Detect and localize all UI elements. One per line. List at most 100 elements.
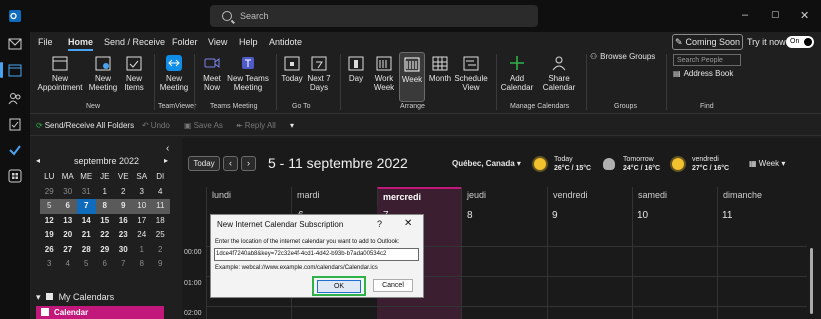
prev-week-button[interactable]: ‹ [223, 156, 238, 171]
day-header-monday[interactable]: lundi [206, 187, 291, 207]
mini-day[interactable]: 10 [132, 199, 151, 214]
menu-home[interactable]: Home [68, 37, 94, 51]
work-week-view-button[interactable]: Work Week [370, 52, 398, 102]
people-icon[interactable] [7, 90, 23, 106]
send-receive-all-button[interactable]: ⟳ Send/Receive All Folders [36, 121, 134, 130]
new-items-button[interactable]: New Items [120, 52, 148, 102]
mini-day[interactable]: 19 [40, 228, 59, 243]
calendar-url-input[interactable]: 1dce4f7240ab8&key=72c32e4f-4cd1-4d42-b93… [214, 248, 419, 261]
mini-day[interactable]: 6 [58, 199, 77, 214]
add-calendar-button[interactable]: Add Calendar [500, 52, 534, 102]
browse-groups-button[interactable]: ⚇ Browse Groups [590, 52, 658, 66]
address-book-button[interactable]: ▤ Address Book [673, 69, 743, 81]
mini-day[interactable]: 6 [96, 257, 115, 272]
day-header-tuesday[interactable]: mardi [291, 187, 377, 207]
schedule-view-button[interactable]: Schedule View [454, 52, 488, 102]
mini-day[interactable]: 3 [133, 185, 152, 200]
calendar-checkbox[interactable] [41, 308, 49, 316]
view-selector[interactable]: ▦ Week ▾ [749, 159, 785, 168]
day-header-wednesday[interactable]: mercredi [377, 187, 461, 207]
day-header-sunday[interactable]: dimanche [717, 187, 807, 207]
mini-day[interactable]: 31 [77, 185, 96, 200]
mini-day[interactable]: 2 [151, 243, 170, 258]
calendar-folder-item[interactable]: Calendar [36, 306, 164, 319]
menu-view[interactable]: View [208, 37, 227, 47]
mini-day[interactable]: 4 [151, 185, 170, 200]
mini-day[interactable]: 17 [133, 214, 152, 229]
day-header-friday[interactable]: vendredi [547, 187, 632, 207]
save-as-button[interactable]: ▣ Save As [184, 121, 223, 130]
next-month-icon[interactable]: ▸ [164, 156, 168, 165]
mini-day[interactable]: 16 [114, 214, 133, 229]
mini-day[interactable]: 9 [114, 199, 133, 214]
calendar-today-button[interactable]: Today [188, 156, 220, 171]
calendar-scrollbar[interactable] [810, 248, 813, 314]
mini-day[interactable]: 9 [151, 257, 170, 272]
mini-day[interactable]: 30 [59, 185, 78, 200]
day-view-button[interactable]: Day [344, 52, 368, 102]
share-calendar-button[interactable]: Share Calendar [540, 52, 578, 102]
mini-day[interactable]: 20 [59, 228, 78, 243]
try-it-toggle[interactable]: On [786, 36, 814, 48]
mini-day[interactable]: 29 [96, 243, 115, 258]
new-appointment-button[interactable]: New Appointment [36, 52, 84, 102]
next-week-button[interactable]: › [241, 156, 256, 171]
mini-day-today[interactable]: 7 [77, 199, 96, 214]
mini-day[interactable]: 15 [96, 214, 115, 229]
collapse-pane-chevron-icon[interactable]: ‹ [166, 143, 169, 154]
menu-send-receive[interactable]: Send / Receive [104, 37, 165, 47]
mini-day[interactable]: 28 [77, 243, 96, 258]
coming-soon-button[interactable]: ✎ Coming Soon [672, 34, 743, 50]
week-view-button[interactable]: Week [399, 52, 425, 102]
mini-day[interactable]: 4 [59, 257, 78, 272]
mini-day[interactable]: 26 [40, 243, 59, 258]
mini-day[interactable]: 5 [77, 257, 96, 272]
mini-day[interactable]: 5 [40, 199, 59, 214]
menu-folder[interactable]: Folder [172, 37, 198, 47]
next-7-days-button[interactable]: Next 7 Days [305, 52, 333, 102]
mini-day[interactable]: 30 [114, 243, 133, 258]
mail-icon[interactable] [7, 36, 23, 52]
restore-button[interactable]: ▢ [771, 9, 780, 20]
mini-day[interactable]: 8 [95, 199, 114, 214]
menu-file[interactable]: File [38, 37, 53, 47]
qat-customize-chevron-icon[interactable]: ▾ [290, 121, 294, 130]
reply-all-button[interactable]: ↞ Reply All [236, 121, 276, 130]
my-calendars-header[interactable]: ▾ My Calendars [36, 292, 114, 303]
prev-month-icon[interactable]: ◂ [36, 156, 40, 165]
mini-day[interactable]: 1 [133, 243, 152, 258]
undo-button[interactable]: ↶ Undo [142, 121, 170, 130]
mini-day[interactable]: 14 [77, 214, 96, 229]
calendar-icon[interactable] [7, 62, 23, 78]
mini-day[interactable]: 29 [40, 185, 59, 200]
weather-location[interactable]: Québec, Canada ▾ [452, 159, 521, 168]
mini-day[interactable]: 27 [59, 243, 78, 258]
teamviewer-new-meeting-button[interactable]: New Meeting [158, 52, 190, 102]
dialog-help-button[interactable]: ? [377, 219, 382, 229]
cancel-button[interactable]: Cancel [373, 279, 413, 292]
mini-day[interactable]: 11 [151, 199, 170, 214]
mini-day[interactable]: 23 [114, 228, 133, 243]
dialog-close-button[interactable]: ✕ [404, 218, 412, 229]
search-box[interactable]: Search [210, 5, 538, 27]
month-view-button[interactable]: Month [427, 52, 453, 102]
mini-day[interactable]: 25 [151, 228, 170, 243]
close-window-button[interactable]: ✕ [800, 9, 809, 22]
menu-antidote[interactable]: Antidote [269, 37, 302, 47]
tasks-icon[interactable] [7, 116, 23, 132]
mini-day[interactable]: 18 [151, 214, 170, 229]
mini-day[interactable]: 1 [96, 185, 115, 200]
day-header-thursday[interactable]: jeudi [461, 187, 547, 207]
new-teams-meeting-button[interactable]: New Teams Meeting [226, 52, 270, 102]
mini-day[interactable]: 8 [133, 257, 152, 272]
new-meeting-button[interactable]: New Meeting [86, 52, 120, 102]
meet-now-button[interactable]: Meet Now [198, 52, 226, 102]
mini-day[interactable]: 24 [133, 228, 152, 243]
today-button[interactable]: Today [280, 52, 304, 102]
mini-day[interactable]: 7 [114, 257, 133, 272]
mini-day[interactable]: 3 [40, 257, 59, 272]
menu-help[interactable]: Help [239, 37, 258, 47]
mini-day[interactable]: 22 [96, 228, 115, 243]
mini-day[interactable]: 2 [114, 185, 133, 200]
day-header-saturday[interactable]: samedi [632, 187, 717, 207]
